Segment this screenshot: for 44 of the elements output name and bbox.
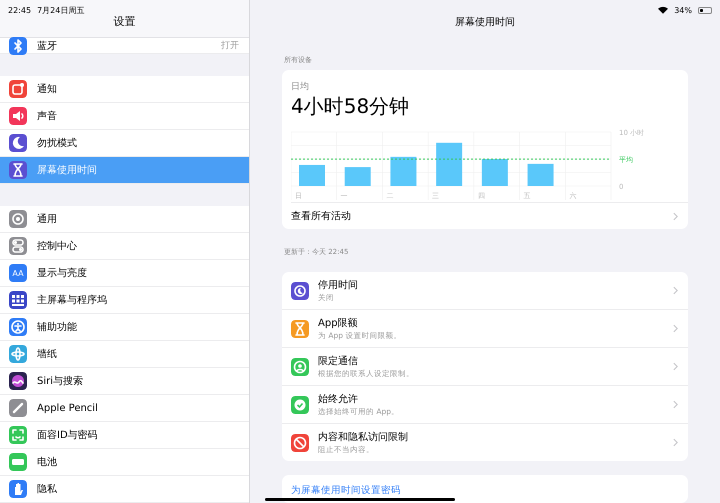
chart-bar	[436, 143, 462, 186]
sidebar-item[interactable]: 蓝牙 打开	[0, 38, 249, 54]
average-caption: 日均	[290, 80, 309, 94]
average-value: 4小时58分钟	[290, 93, 410, 120]
chart-bar	[482, 159, 508, 186]
chart-bar	[390, 157, 416, 186]
home-indicator[interactable]	[265, 498, 455, 501]
row-title: 始终允许	[318, 392, 359, 406]
see-all-link[interactable]: 查看所有活动	[291, 202, 688, 230]
status-date: 7月24日周五	[37, 4, 84, 16]
chevron-icon	[673, 438, 678, 448]
chevron-icon	[673, 362, 678, 372]
battery-icon	[698, 6, 712, 14]
chevron-icon	[673, 212, 678, 221]
sidebar-item[interactable]: 控制中心	[0, 233, 249, 260]
sidebar-title: 设置	[114, 14, 136, 29]
row-title: 停用时间	[318, 278, 358, 292]
passcode-link[interactable]: 为屏幕使用时间设置密码	[291, 485, 401, 496]
chart-bar	[528, 164, 554, 186]
text-size-icon: AA	[9, 264, 27, 282]
chevron-icon	[673, 400, 678, 410]
chart-bar	[299, 165, 325, 186]
sidebar-item[interactable]: AA 显示与亮度	[0, 260, 249, 287]
row-title: 内容和隐私访问限制	[318, 430, 408, 444]
chart-bar	[344, 167, 371, 186]
row-title: 限定通信	[318, 354, 359, 368]
wifi-icon	[658, 6, 668, 14]
sidebar-item[interactable]: 辅助功能	[0, 314, 249, 341]
page-title: 屏幕使用时间	[455, 16, 515, 30]
sidebar-item[interactable]: 通知	[0, 76, 249, 103]
chevron-icon	[673, 324, 678, 334]
sidebar-item[interactable]: 声音	[0, 103, 249, 130]
row-title: App限额	[318, 316, 359, 330]
chevron-icon	[673, 286, 678, 296]
sidebar-item[interactable]: Siri与搜索	[0, 368, 249, 395]
status-time: 22:45	[8, 6, 32, 14]
sidebar-item[interactable]: 隐私	[0, 476, 249, 503]
sidebar-item[interactable]: Apple Pencil	[0, 395, 249, 422]
sidebar-item[interactable]: 通用	[0, 206, 249, 233]
sidebar-item[interactable]: 面容ID与密码	[0, 422, 249, 449]
sidebar-item[interactable]: 电池	[0, 449, 249, 476]
sidebar-item[interactable]: 主屏幕与程序坞	[0, 287, 249, 314]
battery-percent: 34%	[674, 6, 692, 14]
sidebar-item[interactable]: 墙纸	[0, 341, 249, 368]
